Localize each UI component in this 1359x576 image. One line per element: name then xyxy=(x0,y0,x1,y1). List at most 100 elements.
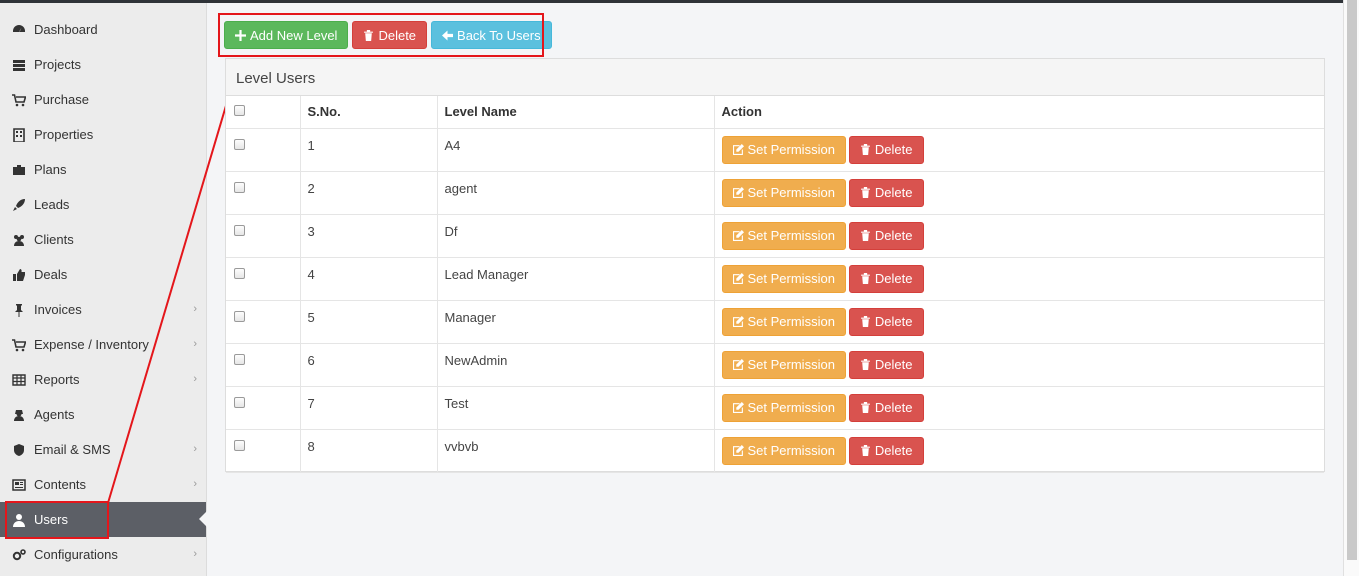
set-permission-button[interactable]: Set Permission xyxy=(721,135,846,164)
set-permission-button[interactable]: Set Permission xyxy=(721,307,846,336)
level-users-table: S.No. Level Name Action 1 A4 Set Permissio… xyxy=(226,96,1324,473)
row-select-cell xyxy=(226,386,301,430)
chevron-right-icon: › xyxy=(193,338,197,350)
level-name-cell: agent xyxy=(437,171,715,215)
sidebar-item-label: Purchase xyxy=(34,92,89,107)
sno-cell: 5 xyxy=(300,300,438,344)
sidebar-item-label: Leads xyxy=(34,197,70,212)
select-all-checkbox[interactable] xyxy=(234,105,245,116)
cart-icon xyxy=(12,338,26,352)
table-row: 4 Lead Manager Set Permission Delete xyxy=(226,257,1324,301)
row-delete-button[interactable]: Delete xyxy=(848,178,924,207)
row-checkbox[interactable] xyxy=(234,181,245,193)
row-checkbox[interactable] xyxy=(234,353,245,365)
sidebar-item-agents[interactable]: Agents xyxy=(0,397,206,432)
building-icon xyxy=(12,127,26,142)
rocket-icon xyxy=(12,198,26,212)
level-name-cell: Df xyxy=(437,214,715,258)
row-delete-button[interactable]: Delete xyxy=(848,350,924,379)
level-name-cell: vvbvb xyxy=(437,429,715,473)
action-cell: Set Permission Delete xyxy=(714,300,1324,344)
select-all-header xyxy=(226,96,301,129)
sidebar-item-configurations[interactable]: Configurations › xyxy=(0,537,206,572)
trash-icon xyxy=(861,144,870,155)
column-level-name: Level Name xyxy=(437,96,715,129)
row-select-cell xyxy=(226,128,301,172)
row-checkbox[interactable] xyxy=(234,396,245,408)
row-checkbox[interactable] xyxy=(234,224,245,236)
users-icon xyxy=(12,233,26,247)
sidebar-item-label: Invoices xyxy=(34,302,82,317)
row-checkbox[interactable] xyxy=(234,439,245,451)
dashboard-icon xyxy=(12,23,26,37)
sidebar-item-reports[interactable]: Reports › xyxy=(0,362,206,397)
level-name-cell: Manager xyxy=(437,300,715,344)
table-row: 1 A4 Set Permission Delete xyxy=(226,128,1324,172)
briefcase-icon xyxy=(12,163,26,177)
row-delete-button[interactable]: Delete xyxy=(848,221,924,250)
set-permission-button[interactable]: Set Permission xyxy=(721,221,846,250)
chevron-right-icon: › xyxy=(193,373,197,385)
sidebar-item-expense-inventory[interactable]: Expense / Inventory › xyxy=(0,327,206,362)
sidebar: Dashboard Projects Purchase Properties Plans… xyxy=(0,3,207,576)
set-permission-button[interactable]: Set Permission xyxy=(721,436,846,465)
newspaper-icon xyxy=(12,478,26,492)
edit-icon xyxy=(732,187,744,198)
sidebar-item-label: Clients xyxy=(34,232,74,247)
chevron-right-icon: › xyxy=(193,303,197,315)
sidebar-item-deals[interactable]: Deals xyxy=(0,257,206,292)
sidebar-item-clients[interactable]: Clients xyxy=(0,222,206,257)
edit-icon xyxy=(732,402,744,413)
sidebar-item-properties[interactable]: Properties xyxy=(0,117,206,152)
thumbs-up-icon xyxy=(12,268,26,282)
vertical-scrollbar[interactable] xyxy=(1343,0,1359,576)
sno-cell: 4 xyxy=(300,257,438,301)
sno-cell: 2 xyxy=(300,171,438,215)
trash-icon xyxy=(861,187,870,198)
row-checkbox[interactable] xyxy=(234,267,245,279)
table-row: 2 agent Set Permission Delete xyxy=(226,171,1324,215)
row-delete-button[interactable]: Delete xyxy=(848,307,924,336)
edit-icon xyxy=(732,445,744,456)
sidebar-item-label: Contents xyxy=(34,477,87,492)
sidebar-item-purchase[interactable]: Purchase xyxy=(0,82,206,117)
table-header-row: S.No. Level Name Action xyxy=(226,96,1324,129)
action-cell: Set Permission Delete xyxy=(714,171,1324,215)
edit-icon xyxy=(732,316,744,327)
column-sno: S.No. xyxy=(300,96,438,129)
set-permission-button[interactable]: Set Permission xyxy=(721,264,846,293)
cogs-icon xyxy=(12,548,26,562)
row-delete-button[interactable]: Delete xyxy=(848,264,924,293)
trash-icon xyxy=(861,445,870,456)
sidebar-item-label: Deals xyxy=(34,267,68,282)
trash-icon xyxy=(861,230,870,241)
cart-icon xyxy=(12,93,26,107)
sidebar-item-contents[interactable]: Contents › xyxy=(0,467,206,502)
sidebar-item-leads[interactable]: Leads xyxy=(0,187,206,222)
row-select-cell xyxy=(226,214,301,258)
trash-icon xyxy=(861,273,870,284)
row-delete-button[interactable]: Delete xyxy=(848,135,924,164)
sidebar-item-email-sms[interactable]: Email & SMS › xyxy=(0,432,206,467)
sidebar-item-label: Email & SMS xyxy=(34,442,111,457)
set-permission-button[interactable]: Set Permission xyxy=(721,178,846,207)
row-delete-button[interactable]: Delete xyxy=(848,393,924,422)
row-checkbox[interactable] xyxy=(234,138,245,150)
sidebar-item-label: Agents xyxy=(34,407,75,422)
trash-icon xyxy=(861,316,870,327)
sidebar-item-plans[interactable]: Plans xyxy=(0,152,206,187)
set-permission-button[interactable]: Set Permission xyxy=(721,350,846,379)
level-name-cell: A4 xyxy=(437,128,715,172)
set-permission-button[interactable]: Set Permission xyxy=(721,393,846,422)
sidebar-item-projects[interactable]: Projects xyxy=(0,47,206,82)
scrollbar-thumb[interactable] xyxy=(1347,0,1357,560)
action-cell: Set Permission Delete xyxy=(714,386,1324,430)
sidebar-item-label: Plans xyxy=(34,162,67,177)
sidebar-item-dashboard[interactable]: Dashboard xyxy=(0,12,206,47)
row-delete-button[interactable]: Delete xyxy=(848,436,924,465)
annotation-box-users xyxy=(5,501,109,539)
action-cell: Set Permission Delete xyxy=(714,214,1324,258)
sno-cell: 7 xyxy=(300,386,438,430)
row-checkbox[interactable] xyxy=(234,310,245,322)
sidebar-item-invoices[interactable]: Invoices › xyxy=(0,292,206,327)
